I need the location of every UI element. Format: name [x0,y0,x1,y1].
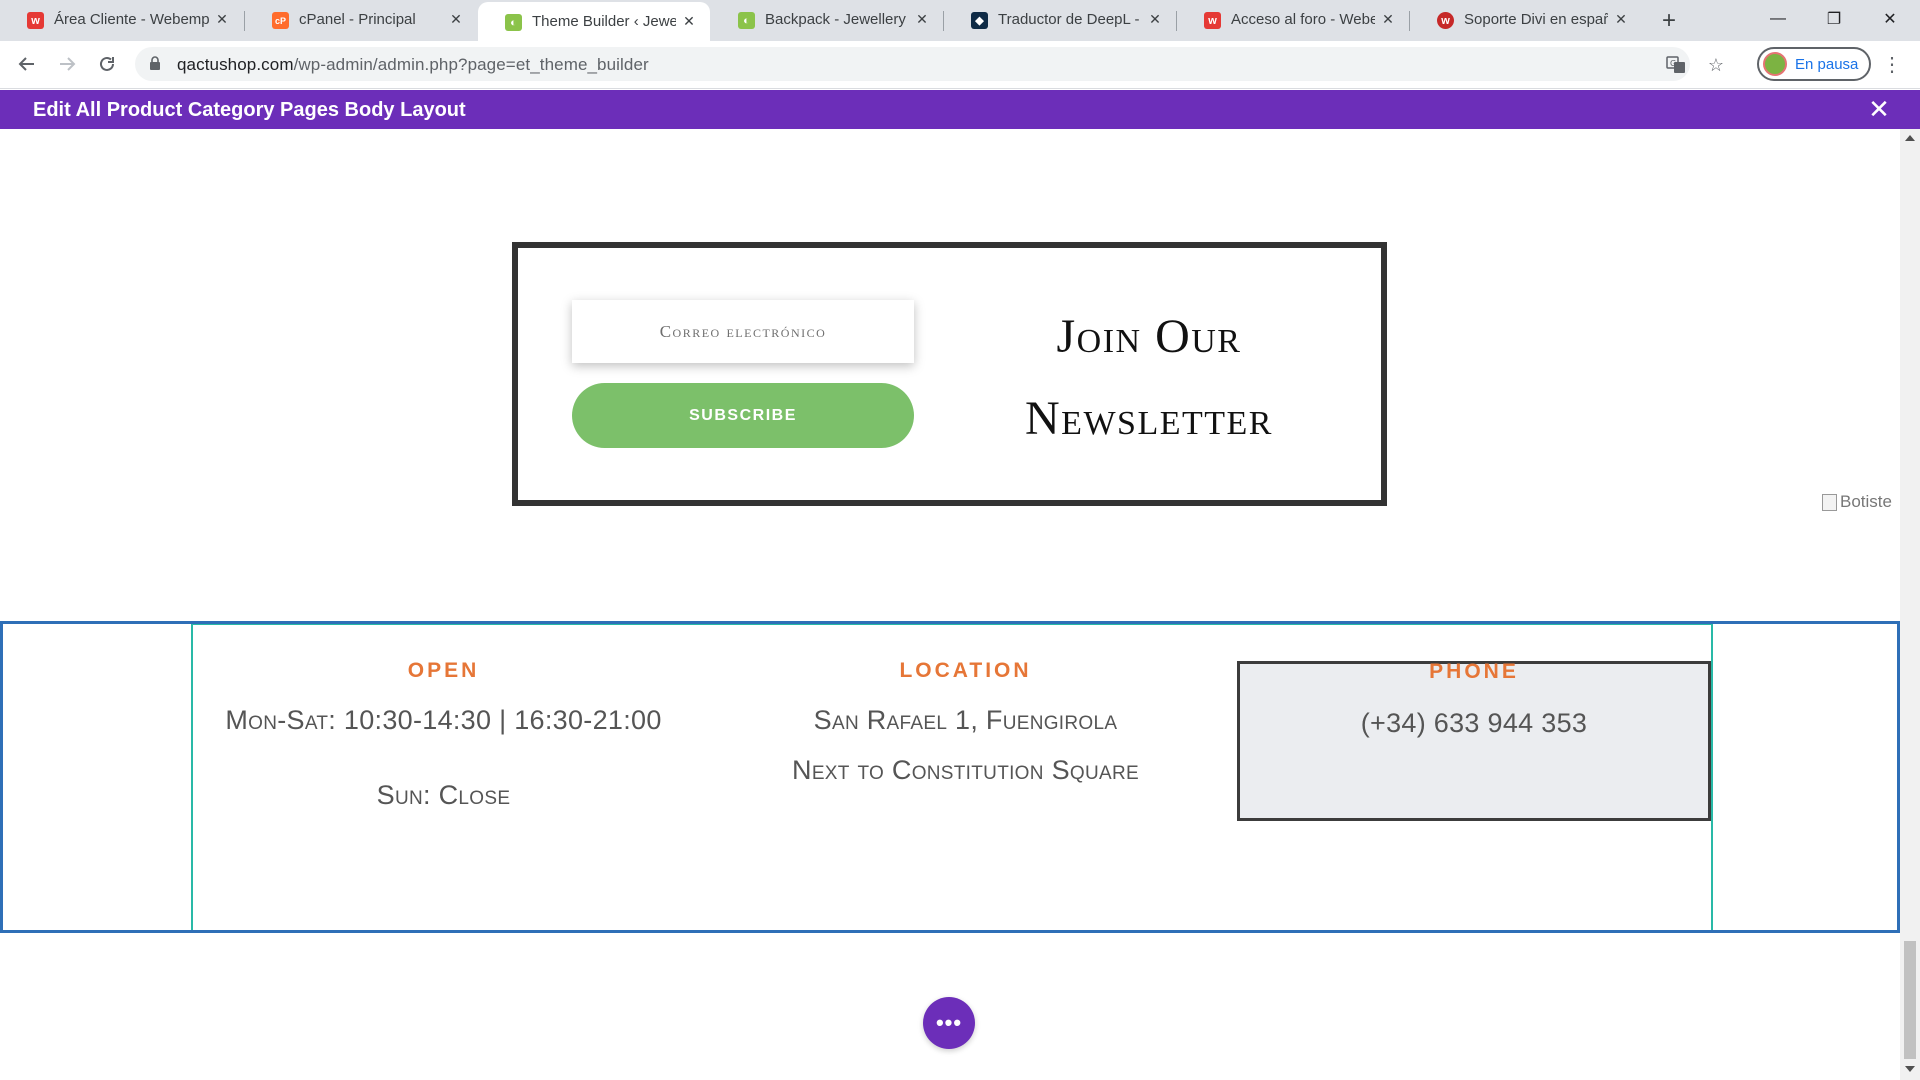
forward-arrow-icon[interactable] [52,49,82,79]
newsletter-title-line1: Join Our [1056,310,1242,363]
browser-tab-foro[interactable]: w Acceso al foro - Webempresa ✕ [1177,0,1409,41]
browser-tab-cpanel[interactable]: cP cPanel - Principal ✕ [245,0,477,41]
layout-title: Edit All Product Category Pages Body Lay… [33,99,466,121]
browser-menu-icon[interactable]: ⋮ [1882,51,1902,77]
profile-status: En pausa [1795,55,1859,73]
lock-icon[interactable] [149,56,161,70]
url-host: qactushop.com [177,55,294,74]
tab-close-icon[interactable]: ✕ [680,12,698,30]
page-settings-button[interactable]: ••• [923,997,975,1049]
open-sunday-hours: Sun: Close [376,780,511,810]
tab-close-icon[interactable]: ✕ [1612,10,1630,28]
location-heading: LOCATION [899,659,1032,682]
browser-tab-webempresa-cliente[interactable]: w Área Cliente - Webempresa ✕ [0,0,243,41]
webempresa-circle-icon: w [1437,12,1454,29]
open-heading: OPEN [407,659,480,682]
scrollbar-thumb[interactable] [1904,941,1916,1059]
page-canvas: SUBSCRIBE Join Our Newsletter Botiste OP… [0,129,1900,1080]
avatar [1763,52,1787,76]
tab-close-icon[interactable]: ✕ [1379,10,1397,28]
divi-builder-icon: ◐ [738,12,755,29]
url-text[interactable]: qactushop.com/wp-admin/admin.php?page=et… [177,55,649,75]
phone-heading: PHONE [1429,660,1519,683]
svg-text:G: G [1670,59,1676,68]
tab-label: Theme Builder ‹ Jewellery and [532,13,676,30]
info-section[interactable]: OPEN Mon-Sat: 10:30-14:30 | 16:30-21:00 … [0,621,1900,933]
browser-tab-theme-builder[interactable]: ◐ Theme Builder ‹ Jewellery and ✕ [478,2,710,41]
window-minimize-button[interactable]: — [1750,0,1806,38]
divi-builder-header: Edit All Product Category Pages Body Lay… [0,90,1920,129]
newsletter-title-line2: Newsletter [1025,392,1273,445]
browser-tab-strip: w Área Cliente - Webempresa ✕ cP cPanel … [0,0,1920,41]
info-row[interactable]: OPEN Mon-Sat: 10:30-14:30 | 16:30-21:00 … [191,624,1713,930]
close-builder-icon[interactable]: ✕ [1866,94,1892,124]
cpanel-icon: cP [272,12,289,29]
location-address: San Rafael 1, Fuengirola [813,705,1118,735]
tab-close-icon[interactable]: ✕ [1146,10,1164,28]
browser-toolbar: qactushop.com/wp-admin/admin.php?page=et… [0,41,1920,89]
broken-image-alt: Botiste [1840,492,1892,511]
tab-label: Área Cliente - Webempresa [54,11,209,28]
phone-number: (+34) 633 944 353 [1360,708,1588,738]
reload-icon[interactable] [92,49,122,79]
subscribe-button[interactable]: SUBSCRIBE [572,383,914,448]
new-tab-button[interactable]: + [1656,7,1682,34]
profile-button[interactable]: En pausa [1757,47,1871,81]
tab-label: Backpack - Jewellery and [765,11,909,28]
scroll-down-arrow-icon[interactable] [1905,1066,1915,1072]
screen: w Área Cliente - Webempresa ✕ cP cPanel … [0,0,1920,1080]
open-weekday-hours: Mon-Sat: 10:30-14:30 | 16:30-21:00 [225,705,662,735]
scroll-up-arrow-icon[interactable] [1905,135,1915,141]
newsletter-title: Join Our Newsletter [984,296,1314,460]
tab-label: Acceso al foro - Webempresa [1231,11,1375,28]
back-arrow-icon[interactable] [12,49,42,79]
url-path: /wp-admin/admin.php?page=et_theme_builde… [293,55,649,74]
browser-tab-backpack[interactable]: ◐ Backpack - Jewellery and ✕ [711,0,943,41]
bookmark-star-icon[interactable]: ☆ [1705,55,1727,75]
browser-tab-deepl[interactable]: ◆ Traductor de DeepL - DeepL ✕ [944,0,1176,41]
newsletter-box: SUBSCRIBE Join Our Newsletter [512,242,1387,506]
deepl-icon: ◆ [971,12,988,29]
webempresa-icon: w [1204,12,1221,29]
tab-label: Traductor de DeepL - DeepL [998,11,1142,28]
browser-tab-soporte-divi[interactable]: w Soporte Divi en español ✕ [1410,0,1642,41]
address-bar[interactable]: qactushop.com/wp-admin/admin.php?page=et… [135,47,1724,81]
phone-column[interactable]: PHONE (+34) 633 944 353 [1237,660,1711,821]
email-input[interactable] [572,300,914,363]
tab-label: cPanel - Principal [299,11,416,28]
translate-icon[interactable]: G [1665,55,1687,75]
broken-image: Botiste [1822,489,1900,515]
vertical-scrollbar[interactable] [1900,129,1920,1080]
broken-image-icon [1822,493,1837,511]
location-landmark: Next to Constitution Square [792,755,1139,785]
tab-label: Soporte Divi en español [1464,11,1608,28]
window-close-button[interactable]: ✕ [1862,0,1918,38]
window-maximize-button[interactable]: ❐ [1806,0,1862,38]
tab-close-icon[interactable]: ✕ [213,10,231,28]
divi-builder-icon: ◐ [505,14,522,31]
webempresa-icon: w [27,12,44,29]
tab-close-icon[interactable]: ✕ [447,10,465,28]
tab-close-icon[interactable]: ✕ [913,10,931,28]
